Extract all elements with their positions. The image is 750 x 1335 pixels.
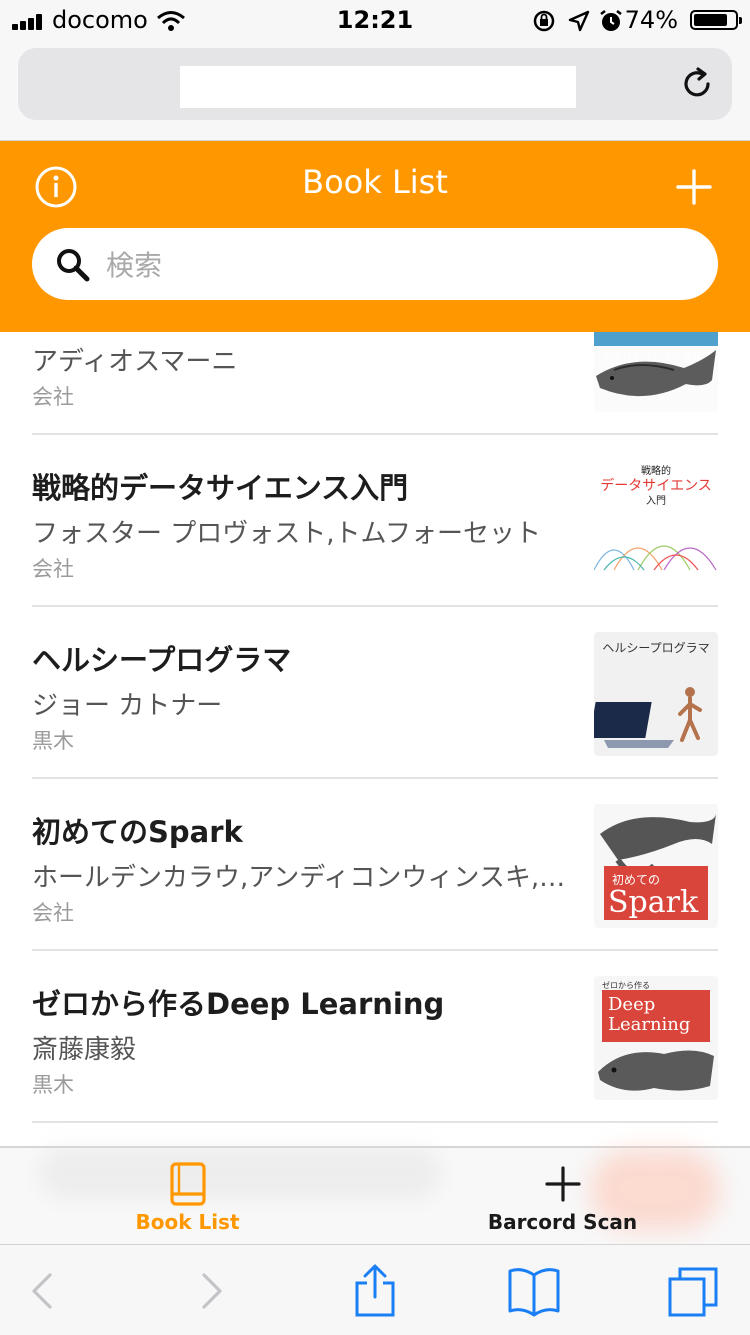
status-bar: docomo 12:21 74%: [0, 0, 750, 40]
browser-address-area: [0, 40, 750, 141]
plus-icon: [545, 1166, 581, 1202]
forward-icon[interactable]: [184, 1263, 240, 1319]
search-input[interactable]: [104, 242, 688, 288]
address-bar[interactable]: [18, 48, 732, 120]
book-cover-data-science: 戦略的 データサイエンス 入門: [594, 460, 718, 584]
tab-bar: Book List Barcord Scan: [0, 1146, 750, 1244]
browser-toolbar: [0, 1244, 750, 1335]
search-icon: [57, 249, 90, 282]
book-cover-healthy-programmer: ヘルシープログラマ: [594, 632, 718, 756]
alarm-icon: [600, 10, 622, 31]
share-icon[interactable]: [347, 1263, 403, 1319]
search-bar[interactable]: [32, 228, 718, 300]
book-author: フォスター プロヴォスト,トムフォーセット: [32, 519, 541, 549]
book-author: ホールデンカラウ,アンディコンウィンスキ,…: [32, 863, 566, 893]
cover-title-2: Learning: [608, 1014, 690, 1035]
book-row[interactable]: 戦略的データサイエンス入門 フォスター プロヴォスト,トムフォーセット 会社 戦…: [32, 435, 718, 607]
book-icon: [170, 1162, 206, 1206]
tab-barcode-scan[interactable]: Barcord Scan: [375, 1148, 750, 1246]
tab-book-list[interactable]: Book List: [0, 1148, 375, 1246]
book-author: ジョー カトナー: [32, 691, 223, 721]
book-cover-fish: アプリケーション開発ガイド: [594, 332, 718, 412]
book-title: ゼロから作るDeep Learning: [32, 987, 445, 1021]
reload-icon[interactable]: [678, 64, 718, 104]
tab-label: Book List: [135, 1210, 240, 1234]
cover-line-2: データサイエンス: [600, 477, 712, 494]
book-owner: 会社: [32, 901, 74, 925]
bookmarks-icon[interactable]: [506, 1263, 562, 1319]
book-owner: 会社: [32, 385, 74, 409]
orientation-lock-icon: [533, 10, 555, 32]
book-author: アディオスマーニ: [32, 347, 238, 377]
location-icon: [568, 10, 590, 32]
cover-subtitle: ゼロから作る: [602, 980, 650, 990]
tabs-icon[interactable]: [666, 1263, 722, 1319]
book-row[interactable]: 初めてのSpark ホールデンカラウ,アンディコンウィンスキ,… 会社 初めての…: [32, 779, 718, 951]
tab-label: Barcord Scan: [487, 1210, 638, 1234]
book-cover-deep-learning: ゼロから作る Deep Learning: [594, 976, 718, 1100]
book-author: 斎藤康毅: [32, 1035, 137, 1065]
book-owner: 黒木: [32, 1073, 74, 1097]
url-field[interactable]: [180, 66, 576, 108]
back-icon[interactable]: [14, 1263, 70, 1319]
battery-percent: 74%: [624, 6, 678, 34]
book-owner: 黒木: [32, 729, 74, 753]
book-row[interactable]: ヘルシープログラマ ジョー カトナー 黒木 ヘルシープログラマ: [32, 607, 718, 779]
cover-title-1: Deep: [608, 994, 655, 1015]
cover-line-1: 戦略的: [641, 464, 671, 477]
battery-icon: [690, 10, 742, 30]
book-row[interactable]: ゼロから作るDeep Learning 斎藤康毅 黒木 ゼロから作る Deep …: [32, 951, 718, 1123]
page-title: Book List: [302, 163, 448, 201]
cover-title: Spark: [608, 885, 699, 920]
cover-title: ヘルシープログラマ: [602, 641, 709, 655]
cover-line-3: 入門: [646, 495, 666, 507]
book-owner: 会社: [32, 557, 74, 581]
book-title: 初めてのSpark: [32, 815, 243, 849]
app-header: Book List: [0, 141, 750, 332]
add-book-icon[interactable]: [672, 165, 716, 209]
book-title: ヘルシープログラマ: [32, 643, 292, 677]
book-row[interactable]: アディオスマーニ 会社 アプリケーション開発ガイド: [32, 332, 718, 435]
book-cover-spark: 初めての Spark: [594, 804, 718, 928]
book-list[interactable]: アディオスマーニ 会社 アプリケーション開発ガイド 戦略的データサイエンス入門 …: [0, 332, 750, 1146]
book-title: 戦略的データサイエンス入門: [32, 471, 409, 505]
